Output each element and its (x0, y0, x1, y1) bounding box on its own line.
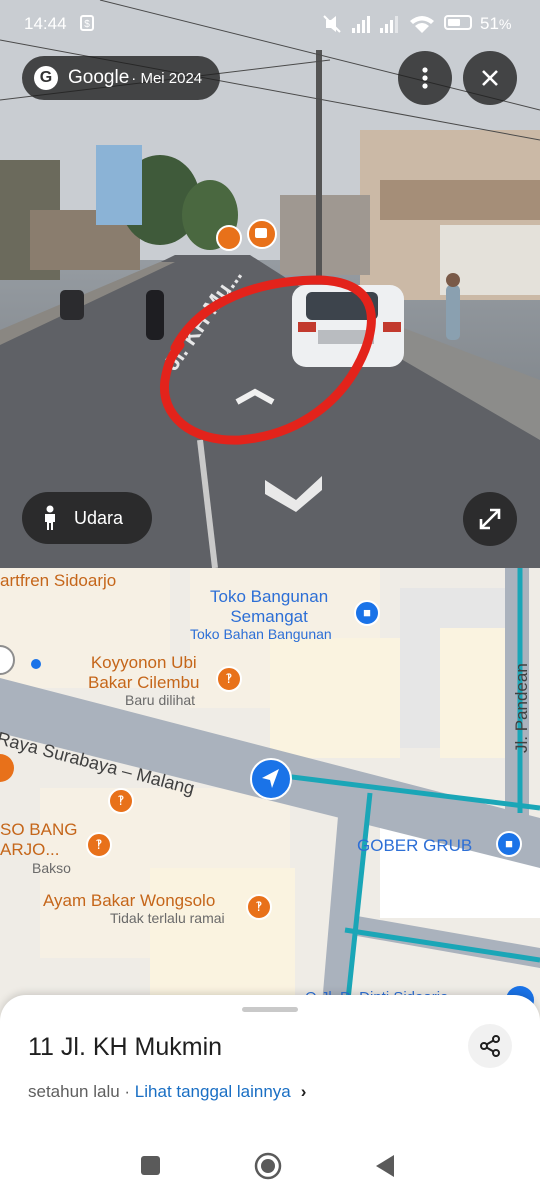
google-brand-label: Google (68, 67, 130, 88)
home-circle-icon (254, 1152, 282, 1180)
shopping-bag-pin-icon[interactable]: ■ (354, 600, 380, 626)
battery-icon (444, 15, 472, 30)
expand-icon (479, 508, 501, 530)
chevron-right-icon[interactable]: › (301, 1082, 307, 1101)
capture-date: · Mei 2024 (131, 69, 203, 87)
poi-koyyonon-status: Baru dilihat (125, 692, 196, 708)
poi-koyyonon[interactable]: Koyyonon Ubi Bakar Cilembu (88, 653, 200, 693)
poi-toko-name-1: Toko Bangunan (210, 587, 329, 606)
poi-ayam-status: Tidak terlalu ramai (110, 910, 225, 926)
poi-toko-bangunan[interactable]: Toko Bangunan Semangat (210, 587, 328, 627)
person-icon (45, 505, 55, 530)
map-view[interactable]: Raya Surabaya – Malang Jl. Pandean artfr… (0, 568, 540, 1028)
aerial-view-button[interactable]: Udara (22, 492, 152, 544)
road-label-jl-pandean: Jl. Pandean (512, 663, 531, 753)
signal-icon (380, 16, 398, 33)
poi-toko-name-2: Semangat (230, 607, 308, 626)
share-icon (480, 1035, 500, 1057)
google-date-pill[interactable]: G Google · Mei 2024 (22, 56, 221, 100)
poi-koyyonon-name-1: Koyyonon Ubi (90, 653, 197, 672)
poi-toko-category: Toko Bahan Bangunan (190, 626, 332, 642)
back-triangle-icon (376, 1155, 394, 1177)
poi-bakso-category: Bakso (32, 860, 71, 876)
location-direction-icon[interactable] (250, 758, 292, 800)
more-options-button[interactable] (398, 51, 452, 105)
cart-pin-icon[interactable]: ■ (496, 831, 522, 857)
battery-percent: 51% (480, 14, 512, 33)
status-icons (323, 15, 434, 33)
system-nav-bar (141, 1152, 394, 1180)
restaurant-pin-icon[interactable]: ‽ (108, 788, 134, 814)
close-button[interactable] (463, 51, 517, 105)
more-vert-icon (422, 67, 428, 89)
restaurant-pin-icon[interactable]: ‽ (86, 832, 112, 858)
capture-meta-row: setahun lalu · Lihat tanggal lainnya › (28, 1082, 306, 1102)
wifi-icon (410, 16, 434, 33)
poi-smartfren-label: artfren Sidoarjo (0, 571, 117, 590)
shopping-bag-icon: $ (80, 15, 94, 31)
status-time: 14:44 (24, 14, 67, 33)
relative-time: setahun lalu (28, 1082, 120, 1101)
signal-icon (352, 16, 370, 33)
restaurant-pin-icon[interactable]: ‽ (216, 666, 242, 692)
poi-bakso-name-2: ARJO... (0, 840, 60, 859)
meta-separator: · (119, 1082, 135, 1101)
poi-koyyonon-name-2: Bakar Cilembu (88, 673, 200, 692)
mute-icon (323, 15, 341, 33)
sheet-drag-handle[interactable] (242, 1007, 298, 1012)
poi-ayam-bakar[interactable]: Ayam Bakar Wongsolo (43, 891, 215, 911)
poi-bakso-name-1: SO BANG (0, 820, 78, 839)
other-dates-link[interactable]: Lihat tanggal lainnya (135, 1082, 291, 1101)
poi-gober-grub[interactable]: GOBER GRUB (357, 836, 472, 856)
share-button[interactable] (468, 1024, 512, 1068)
recents-square-icon (141, 1156, 160, 1175)
poi-bakso[interactable]: SO BANG ARJO... (0, 820, 77, 860)
expand-button[interactable] (463, 492, 517, 546)
status-bar: 14:44 $ 51% (0, 0, 540, 50)
aerial-view-label: Udara (74, 507, 124, 528)
google-g-icon: G (34, 66, 58, 90)
restaurant-pin-icon[interactable]: ‽ (246, 894, 272, 920)
address-title: 11 Jl. KH Mukmin (28, 1033, 223, 1061)
close-icon (482, 70, 498, 86)
